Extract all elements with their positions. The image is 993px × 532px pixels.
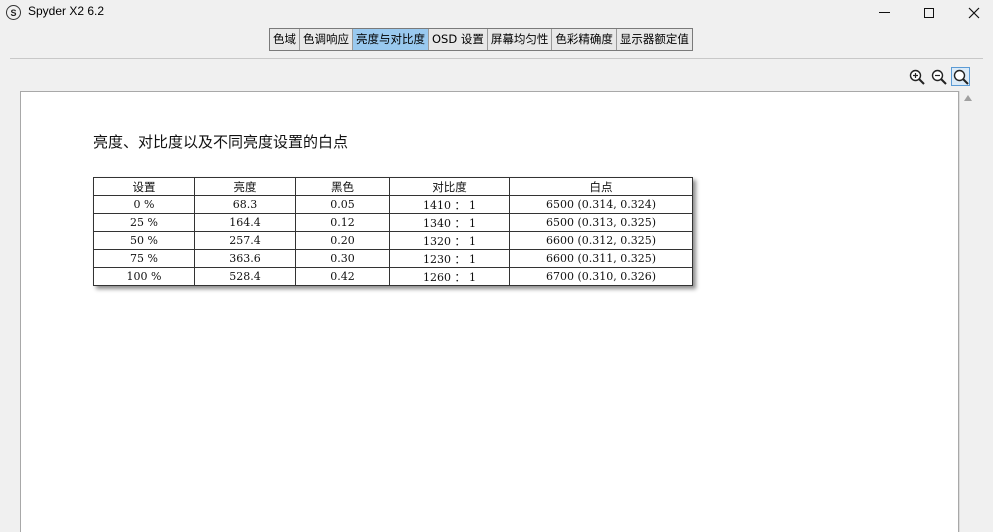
table-cell: 0.12	[295, 213, 390, 232]
minimize-icon	[878, 12, 890, 13]
column-header: 对比度	[389, 177, 510, 196]
table-cell: 1260 ： 1	[389, 267, 510, 286]
tab-item[interactable]: 屏幕均匀性	[488, 29, 553, 50]
brightness-table: 设置 亮度 黑色 对比度 白点 0 % 68.3 0.05 1410 ： 1 6500 …	[93, 177, 693, 286]
tab-item[interactable]: 色域	[270, 29, 300, 50]
vertical-scrollbar[interactable]	[959, 91, 976, 532]
title-bar: S Spyder X2 6.2	[0, 0, 993, 25]
tab-item[interactable]: 亮度与对比度	[353, 29, 429, 50]
report-heading: 亮度、对比度以及不同亮度设置的白点	[93, 133, 349, 151]
zoom-fit-button[interactable]	[951, 67, 970, 86]
tab-item[interactable]: OSD 设置	[429, 29, 488, 50]
table-cell: 25 %	[93, 213, 195, 232]
table-cell: 0 %	[93, 195, 195, 214]
column-header: 设置	[93, 177, 195, 196]
table-row: 25 % 164.4 0.12 1340 ： 1 6500 (0.313, 0.325)	[93, 213, 693, 232]
zoom-toolbar	[907, 67, 970, 86]
table-cell: 75 %	[93, 249, 195, 268]
scroll-up-arrow-icon[interactable]	[964, 95, 972, 101]
table-cell: 1410 ： 1	[389, 195, 510, 214]
minimize-button[interactable]	[861, 0, 907, 25]
tab-item[interactable]: 显示器额定值	[617, 29, 692, 50]
zoom-in-button[interactable]	[907, 67, 926, 86]
maximize-icon	[924, 7, 934, 18]
table-cell: 1340 ： 1	[389, 213, 510, 232]
tab-item[interactable]: 色彩精确度	[552, 29, 617, 50]
zoom-out-icon	[931, 69, 947, 85]
tab-bar: 色域 色调响应 亮度与对比度 OSD 设置 屏幕均匀性 色彩精确度 显示器额定值	[269, 28, 693, 51]
table-cell: 1230 ： 1	[389, 249, 510, 268]
tab-item[interactable]: 色调响应	[300, 29, 353, 50]
table-cell: 100 %	[93, 267, 195, 286]
table-cell: 0.42	[295, 267, 390, 286]
zoom-fit-icon	[953, 69, 969, 85]
table-row: 100 % 528.4 0.42 1260 ： 1 6700 (0.310, 0.326…	[93, 267, 693, 286]
zoom-in-icon	[909, 69, 925, 85]
table-cell: 363.6	[194, 249, 296, 268]
table-row: 75 % 363.6 0.30 1230 ： 1 6600 (0.311, 0.325)	[93, 249, 693, 268]
table-cell: 6700 (0.310, 0.326)	[509, 267, 693, 286]
table-row: 50 % 257.4 0.20 1320 ： 1 6600 (0.312, 0.325)	[93, 231, 693, 250]
table-cell: 0.30	[295, 249, 390, 268]
close-button[interactable]	[951, 0, 993, 25]
table-cell: 164.4	[194, 213, 296, 232]
table-cell: 0.05	[295, 195, 390, 214]
table-cell: 68.3	[194, 195, 296, 214]
table-cell: 257.4	[194, 231, 296, 250]
table-cell: 0.20	[295, 231, 390, 250]
table-cell: 6500 (0.313, 0.325)	[509, 213, 693, 232]
table-cell: 6600 (0.312, 0.325)	[509, 231, 693, 250]
zoom-out-button[interactable]	[929, 67, 948, 86]
report-document	[20, 91, 959, 532]
table-row: 0 % 68.3 0.05 1410 ： 1 6500 (0.314, 0.324)	[93, 195, 693, 214]
column-header: 白点	[509, 177, 693, 196]
table-cell: 528.4	[194, 267, 296, 286]
table-cell: 50 %	[93, 231, 195, 250]
app-logo-icon: S	[6, 5, 21, 20]
column-header: 亮度	[194, 177, 296, 196]
table-header-row: 设置 亮度 黑色 对比度 白点	[93, 177, 693, 196]
table-cell: 6600 (0.311, 0.325)	[509, 249, 693, 268]
table-cell: 1320 ： 1	[389, 231, 510, 250]
window-title: Spyder X2 6.2	[28, 4, 105, 18]
maximize-button[interactable]	[906, 0, 952, 25]
close-icon	[968, 7, 980, 18]
table-cell: 6500 (0.314, 0.324)	[509, 195, 693, 214]
column-header: 黑色	[295, 177, 390, 196]
